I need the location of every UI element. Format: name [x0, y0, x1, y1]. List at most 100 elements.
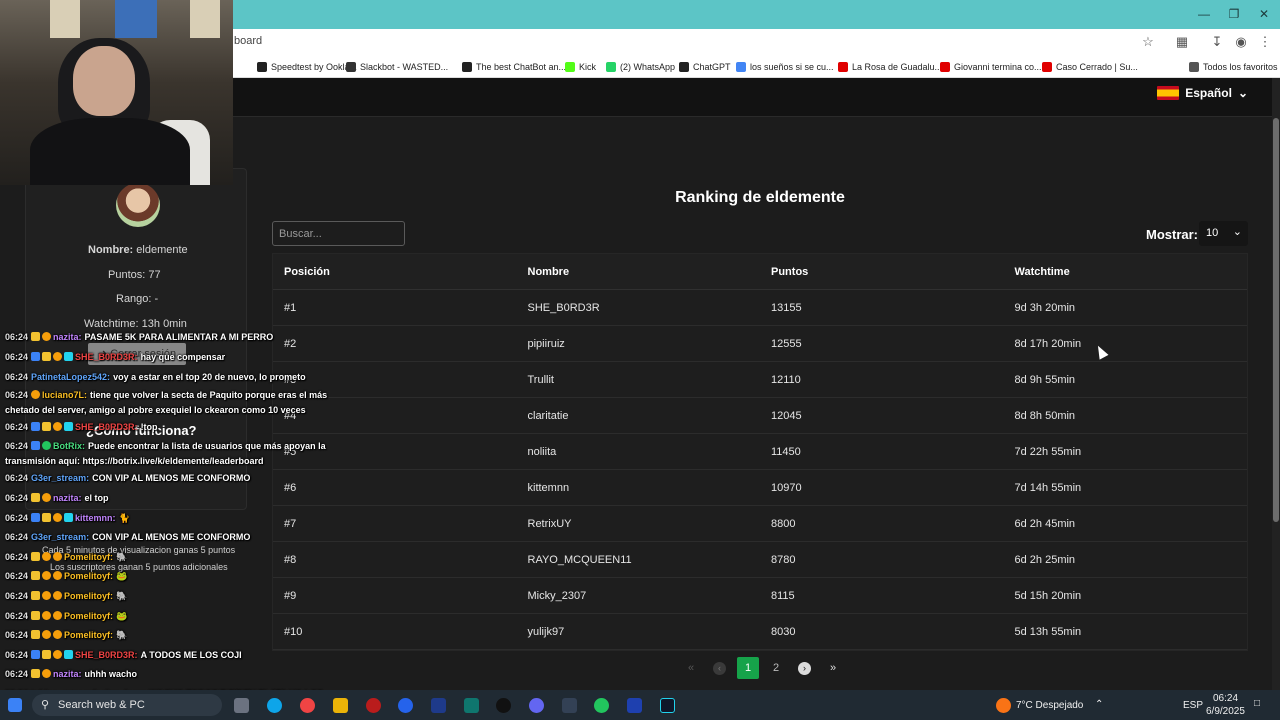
app-icon[interactable]	[398, 698, 413, 713]
search-input[interactable]	[272, 221, 405, 246]
input-language[interactable]: ESP	[1183, 700, 1203, 711]
bookmark-item[interactable]: The best ChatBot an...	[462, 60, 566, 74]
bookmark-label: Speedtest by Ookla...	[271, 62, 358, 72]
page-size-select[interactable]: 10 ⌄	[1199, 221, 1248, 246]
page-button[interactable]: 2	[765, 657, 787, 679]
name-value: eldemente	[136, 244, 188, 256]
chat-message: 06:24 Pomelitoyf: 🐘	[5, 628, 335, 643]
chat-username[interactable]: Pomelitoyf:	[64, 611, 113, 621]
chat-username[interactable]: SHE_B0RD3R:	[75, 422, 138, 432]
task-view-icon[interactable]	[234, 698, 249, 713]
last-page-icon[interactable]: »	[822, 657, 844, 679]
menu-icon[interactable]: ⋮	[1256, 33, 1274, 51]
extensions-icon[interactable]: ▦	[1173, 33, 1191, 51]
chat-text: 🐸	[116, 611, 128, 621]
chat-message: 06:24 Pomelitoyf: 🐘	[5, 589, 335, 604]
chat-message: 06:24 Pomelitoyf: 🐸	[5, 609, 335, 624]
chat-username[interactable]: nazita:	[53, 669, 82, 679]
chat-message: 06:24 SHE_B0RD3R: A TODOS ME LOS COJI	[5, 648, 335, 663]
bookmark-item[interactable]: Speedtest by Ookla...	[257, 60, 357, 74]
url-text[interactable]: board	[234, 35, 262, 47]
show-label: Mostrar:	[1146, 227, 1199, 242]
chat-username[interactable]: Pomelitoyf:	[64, 552, 113, 562]
bookmark-item[interactable]: La Rosa de Guadalu...	[838, 60, 942, 74]
chat-username[interactable]: kittemnn:	[75, 513, 116, 523]
windows-start-icon[interactable]	[8, 698, 22, 712]
chat-timestamp: 06:24	[5, 669, 29, 679]
chat-message: 06:24 kittemnn: 🐈	[5, 511, 335, 526]
scroll-thumb[interactable]	[1273, 118, 1279, 522]
vegas-icon[interactable]	[464, 698, 479, 713]
prev-page-icon[interactable]: ‹	[713, 661, 726, 675]
chat-username[interactable]: G3er_stream:	[31, 532, 89, 542]
clock-time[interactable]: 06:24	[1213, 693, 1238, 704]
chevron-down-icon: ⌄	[1237, 86, 1248, 100]
weather-text[interactable]: 7°C Despejado	[1016, 700, 1083, 711]
chat-badge-icon	[53, 591, 63, 600]
minimize-icon[interactable]: —	[1192, 4, 1216, 24]
name-cell: SHE_B0RD3R	[527, 301, 600, 314]
profile-rank: Rango: -	[116, 293, 159, 305]
face	[73, 46, 135, 116]
steam-icon[interactable]	[627, 698, 642, 713]
id-app-icon[interactable]	[562, 698, 577, 713]
bookmark-favicon-icon	[1042, 62, 1052, 72]
capcut-icon[interactable]	[496, 698, 511, 713]
first-page-icon[interactable]: «	[680, 657, 702, 679]
name-label: Nombre:	[88, 244, 134, 256]
download-icon[interactable]: ↧	[1208, 33, 1226, 51]
bookmark-label: Kick	[579, 62, 597, 72]
bookmark-item[interactable]: (2) WhatsApp	[606, 60, 675, 74]
next-page-icon[interactable]: ›	[798, 661, 811, 675]
chat-timestamp: 06:24	[5, 473, 29, 483]
chat-message: 06:24 G3er_stream: CON VIP AL MENOS ME CON…	[5, 530, 335, 545]
photoshop-icon[interactable]	[431, 698, 446, 713]
scrollbar[interactable]	[1272, 78, 1280, 690]
bookmark-item[interactable]: Giovanni termina co...	[940, 60, 1042, 74]
file-explorer-icon[interactable]	[333, 698, 348, 713]
chat-timestamp: 06:24	[5, 571, 29, 581]
profile-icon[interactable]: ◉	[1232, 33, 1250, 51]
bookmark-item[interactable]: Kick	[565, 60, 596, 74]
bookmark-item[interactable]: Slackbot - WASTED...	[346, 60, 448, 74]
obs-icon[interactable]	[366, 698, 381, 713]
maximize-icon[interactable]: ❐	[1222, 4, 1246, 24]
chat-badge-icon	[31, 650, 41, 659]
clock-date[interactable]: 6/9/2025	[1206, 706, 1245, 717]
watchtime-cell: 7d 14h 55min	[1014, 481, 1082, 494]
chat-username[interactable]: nazita:	[53, 332, 82, 342]
chat-username[interactable]: G3er_stream:	[31, 473, 89, 483]
chat-username[interactable]: luciano7L:	[42, 390, 87, 400]
chat-username[interactable]: SHE_B0RD3R:	[75, 650, 138, 660]
edge-icon[interactable]	[267, 698, 282, 713]
chat-username[interactable]: PatinetaLopez542:	[31, 372, 110, 382]
terminal-icon[interactable]	[660, 698, 675, 713]
chat-username[interactable]: nazita:	[53, 493, 82, 503]
bookmark-item[interactable]: Todos los favoritos	[1189, 60, 1278, 74]
taskbar-search[interactable]: ⚲ Search web & PC	[32, 694, 222, 716]
chat-badge-icon	[53, 422, 63, 431]
chat-username[interactable]: Pomelitoyf:	[64, 571, 113, 581]
table-row: #7 RetrixUY 8800 6d 2h 45min	[273, 506, 1247, 542]
bookmark-item[interactable]: los sueños si se cu...	[736, 60, 834, 74]
chat-badge-icon	[31, 441, 41, 450]
tray-chevron-icon[interactable]: ⌃	[1095, 699, 1103, 710]
spotify-icon[interactable]	[594, 698, 609, 713]
chat-username[interactable]: SHE_B0RD3R:	[75, 352, 138, 362]
chat-username[interactable]: Pomelitoyf:	[64, 630, 113, 640]
chat-timestamp: 06:24	[5, 513, 29, 523]
close-icon[interactable]: ✕	[1252, 4, 1276, 24]
language-selector[interactable]: Español ⌄	[1157, 86, 1248, 100]
chat-message: 06:24 PatinetaLopez542: voy a estar en el …	[5, 370, 335, 385]
star-icon[interactable]: ☆	[1139, 33, 1157, 51]
chat-username[interactable]: Pomelitoyf:	[64, 591, 113, 601]
notifications-icon[interactable]: □	[1254, 698, 1260, 709]
chat-username[interactable]: BotRix:	[53, 441, 85, 451]
chat-message: 06:24 luciano7L: tiene que volver la secta…	[5, 388, 335, 418]
discord-icon[interactable]	[529, 698, 544, 713]
chrome-icon[interactable]	[300, 698, 315, 713]
chat-badge-icon	[53, 513, 63, 522]
page-button[interactable]: 1	[737, 657, 759, 679]
bookmark-item[interactable]: Caso Cerrado | Su...	[1042, 60, 1138, 74]
bookmark-item[interactable]: ChatGPT	[679, 60, 731, 74]
